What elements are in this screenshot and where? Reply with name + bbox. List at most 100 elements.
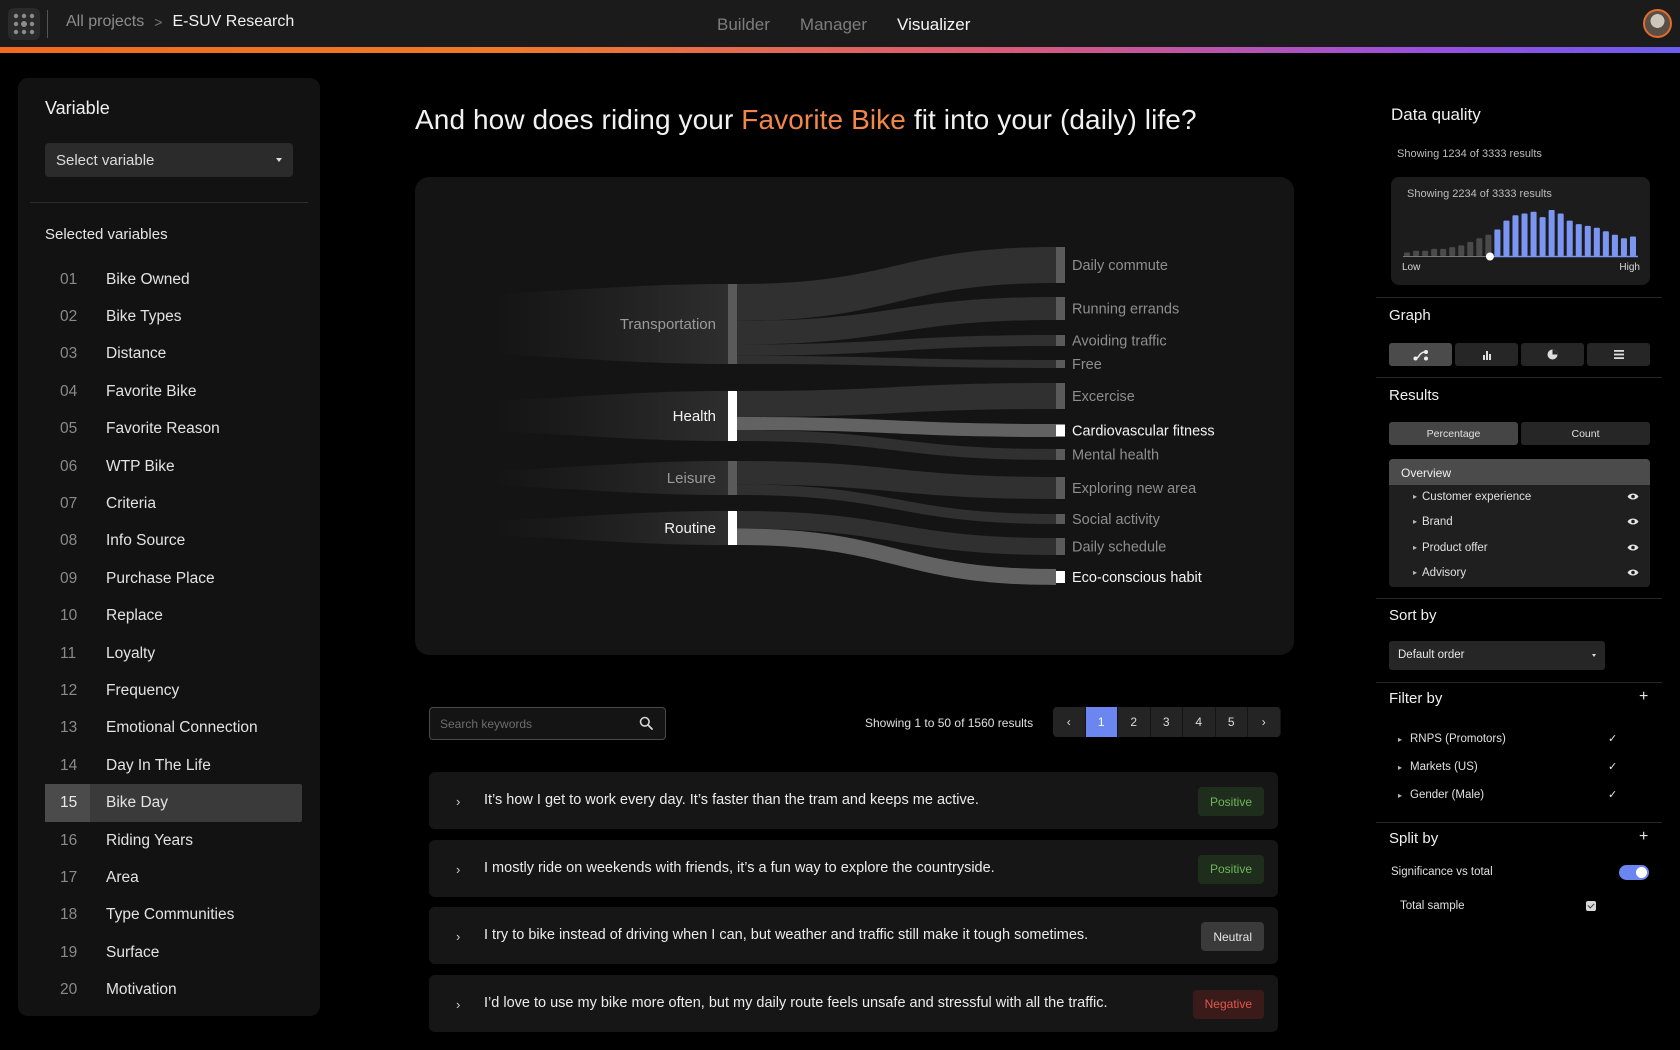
results-count-button[interactable]: Count (1521, 422, 1650, 445)
variable-item[interactable]: 04 Favorite Bike (45, 373, 302, 410)
add-filter-button[interactable]: + (1639, 688, 1648, 706)
response-card[interactable]: › It’s how I get to work every day. It’s … (429, 772, 1278, 829)
search-field[interactable] (429, 707, 666, 740)
search-input[interactable] (440, 717, 630, 731)
page-prev-button[interactable]: ‹ (1053, 707, 1086, 737)
variable-item[interactable]: 15 Bike Day (45, 784, 302, 822)
variable-item[interactable]: 10 Replace (45, 598, 302, 635)
variable-item[interactable]: 05 Favorite Reason (45, 411, 302, 448)
caret-right-icon[interactable]: ▸ (1413, 517, 1417, 526)
sankey-target-node[interactable] (1056, 571, 1065, 583)
variable-item[interactable]: 11 Loyalty (45, 635, 302, 672)
graph-type-list-button[interactable] (1587, 343, 1650, 366)
caret-right-icon[interactable]: ▸ (1398, 763, 1402, 772)
sort-order-dropdown[interactable]: Default order (1389, 641, 1605, 670)
variable-number: 15 (45, 784, 90, 822)
variable-item[interactable]: 12 Frequency (45, 672, 302, 709)
list-icon (1613, 350, 1624, 359)
results-percentage-button[interactable]: Percentage (1389, 422, 1518, 445)
eye-icon[interactable] (1627, 568, 1639, 577)
page-button[interactable]: 3 (1150, 707, 1183, 737)
filter-item[interactable]: ▸ Markets (US) ✓ (1398, 761, 1628, 777)
page-button[interactable]: 5 (1215, 707, 1248, 737)
chevron-right-icon[interactable]: › (456, 997, 460, 1012)
sankey-target-node[interactable] (1056, 424, 1065, 437)
eye-icon[interactable] (1627, 492, 1639, 501)
response-card[interactable]: › I’d love to use my bike more often, but… (429, 974, 1278, 1032)
add-split-button[interactable]: + (1639, 828, 1648, 846)
page-button[interactable]: 4 (1183, 707, 1216, 737)
app-logo-icon[interactable] (8, 8, 40, 40)
variable-item[interactable]: 20 Motivation (45, 971, 302, 1008)
nav-visualizer[interactable]: Visualizer (897, 15, 970, 35)
page-button[interactable]: 2 (1118, 707, 1151, 737)
caret-right-icon[interactable]: ▸ (1398, 735, 1402, 744)
variable-item[interactable]: 14 Day In The Life (45, 747, 302, 784)
sankey-target-node[interactable] (1056, 360, 1065, 368)
variable-item[interactable]: 19 Surface (45, 934, 302, 971)
select-variable-dropdown[interactable]: Select variable (45, 143, 293, 177)
variable-item[interactable]: 18 Type Communities (45, 897, 302, 934)
caret-right-icon[interactable]: ▸ (1413, 543, 1417, 552)
sankey-flow[interactable] (737, 355, 1056, 368)
chevron-right-icon[interactable]: › (456, 929, 460, 944)
data-quality-title: Data quality (1391, 105, 1481, 124)
variable-item[interactable]: 03 Distance (45, 336, 302, 373)
significance-toggle[interactable] (1619, 865, 1649, 880)
sankey-target-node[interactable] (1056, 477, 1065, 499)
variable-item[interactable]: 01 Bike Owned (45, 261, 302, 298)
sankey-target-node[interactable] (1056, 514, 1065, 524)
variable-item[interactable]: 17 Area (45, 859, 302, 896)
histogram-bar (1422, 250, 1429, 256)
overview-item[interactable]: ▸ Brand (1389, 510, 1650, 535)
variable-item[interactable]: 06 WTP Bike (45, 448, 302, 485)
variable-label: Motivation (106, 981, 177, 999)
sankey-target-node[interactable] (1056, 297, 1065, 320)
graph-type-bar-button[interactable] (1455, 343, 1518, 366)
chevron-right-icon[interactable]: › (456, 794, 460, 809)
overview-item[interactable]: ▸ Customer experience (1389, 485, 1650, 510)
graph-type-sankey-button[interactable] (1389, 343, 1452, 366)
divider (1376, 822, 1662, 823)
variable-item[interactable]: 13 Emotional Connection (45, 710, 302, 747)
sentiment-badge: Positive (1197, 787, 1264, 816)
caret-right-icon[interactable]: ▸ (1413, 568, 1417, 577)
variable-item[interactable]: 02 Bike Types (45, 298, 302, 335)
nav-builder[interactable]: Builder (717, 15, 770, 35)
sankey-flow[interactable] (737, 383, 1056, 417)
sankey-target-node[interactable] (1056, 449, 1065, 460)
sankey-target-node[interactable] (1056, 538, 1065, 555)
sankey-source-node[interactable] (728, 511, 737, 545)
sankey-source-node[interactable] (728, 461, 737, 495)
eye-icon[interactable] (1627, 517, 1639, 526)
filter-item[interactable]: ▸ Gender (Male) ✓ (1398, 789, 1628, 805)
page-button[interactable]: 1 (1085, 707, 1118, 737)
sankey-source-node[interactable] (728, 284, 737, 364)
variable-item[interactable]: 16 Riding Years (45, 822, 302, 859)
overview-item[interactable]: ▸ Product offer (1389, 536, 1650, 561)
graph-type-pie-button[interactable] (1521, 343, 1584, 366)
page-next-button[interactable]: › (1248, 707, 1281, 737)
filter-item[interactable]: ▸ RNPS (Promotors) ✓ (1398, 733, 1628, 749)
sankey-target-node[interactable] (1056, 383, 1065, 409)
sankey-target-node[interactable] (1056, 335, 1065, 346)
variable-item[interactable]: 07 Criteria (45, 485, 302, 522)
search-icon[interactable] (639, 716, 653, 730)
overview-header[interactable]: Overview (1389, 459, 1650, 485)
caret-right-icon[interactable]: ▸ (1398, 791, 1402, 800)
slider-handle[interactable] (1485, 252, 1494, 261)
response-card[interactable]: › I try to bike instead of driving when I… (429, 907, 1278, 964)
caret-right-icon[interactable]: ▸ (1413, 492, 1417, 501)
breadcrumb-all-projects[interactable]: All projects (66, 13, 144, 31)
sankey-source-node[interactable] (728, 391, 737, 441)
chevron-right-icon[interactable]: › (456, 862, 460, 877)
eye-icon[interactable] (1627, 543, 1639, 552)
variable-item[interactable]: 08 Info Source (45, 523, 302, 560)
data-quality-histogram[interactable] (1391, 177, 1650, 285)
response-card[interactable]: › I mostly ride on weekends with friends,… (429, 839, 1278, 897)
overview-item[interactable]: ▸ Advisory (1389, 561, 1650, 586)
nav-manager[interactable]: Manager (800, 15, 867, 35)
variable-item[interactable]: 09 Purchase Place (45, 560, 302, 597)
total-sample-checkbox[interactable] (1586, 901, 1596, 911)
sankey-target-node[interactable] (1056, 247, 1065, 283)
